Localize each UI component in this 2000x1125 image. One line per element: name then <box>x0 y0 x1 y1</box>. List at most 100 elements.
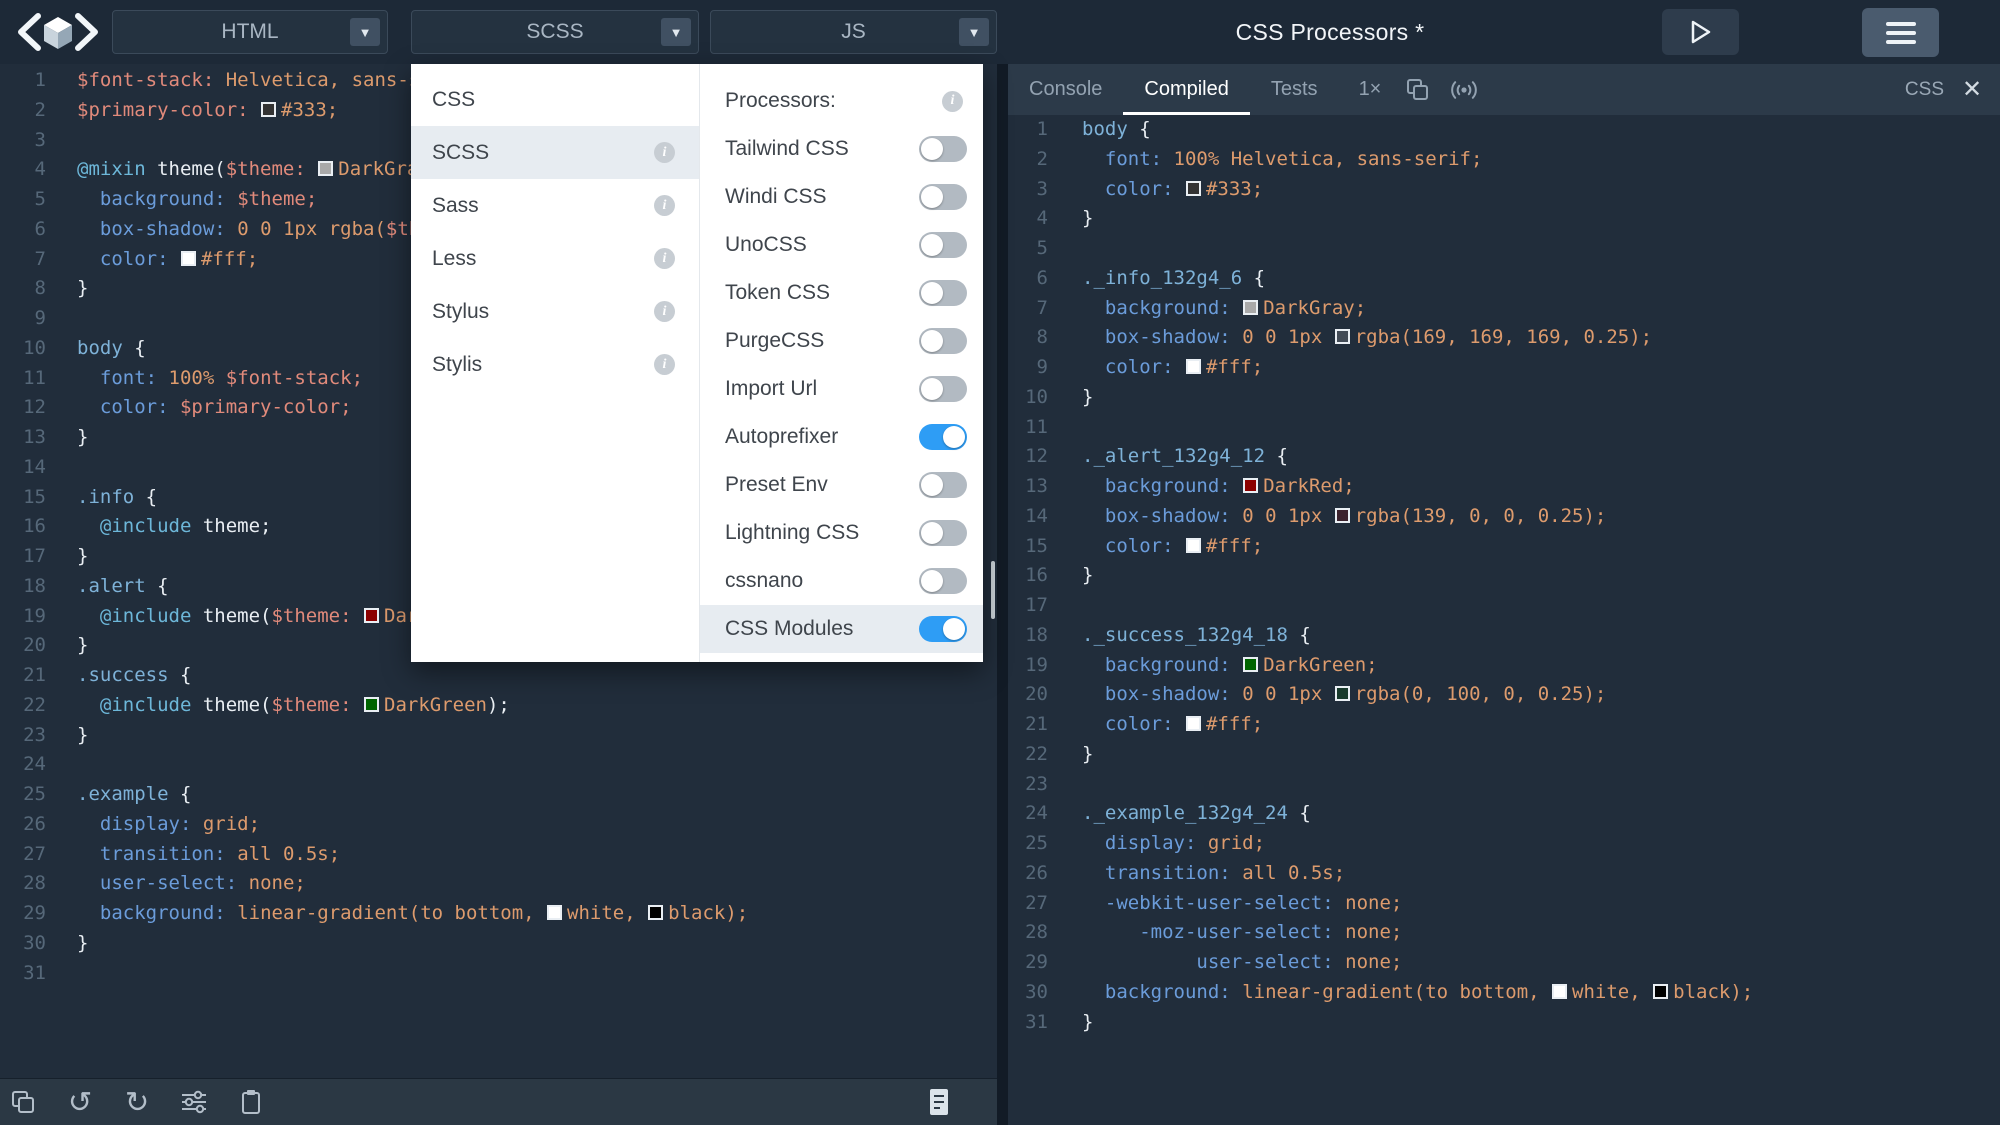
processor-row-token-css[interactable]: Token CSS <box>700 269 983 317</box>
code-line: 31 <box>0 959 997 989</box>
color-swatch <box>547 905 563 920</box>
line-number: 18 <box>23 574 46 597</box>
toggle-cssnano[interactable] <box>919 568 967 594</box>
processor-label: CSS Modules <box>725 617 854 640</box>
processor-label: Token CSS <box>725 281 831 304</box>
close-icon[interactable]: ✕ <box>1944 64 2000 115</box>
color-swatch <box>1185 537 1201 553</box>
info-icon[interactable]: i <box>654 301 675 322</box>
menu-button[interactable] <box>1862 8 1939 57</box>
undo-icon[interactable]: ↺ <box>63 1085 97 1119</box>
language-option-css[interactable]: CSS <box>411 73 699 126</box>
language-option-scss[interactable]: SCSS i <box>411 126 699 179</box>
language-option-less[interactable]: Less i <box>411 232 699 285</box>
line-number: 28 <box>1025 921 1048 944</box>
toggle-knob <box>943 426 965 448</box>
paste-icon[interactable] <box>234 1085 268 1119</box>
code-line: 20 box-shadow: 0 0 1px rgba(0, 100, 0, 0… <box>1008 680 2000 710</box>
line-number: 19 <box>1025 653 1048 676</box>
document-icon[interactable] <box>922 1085 956 1119</box>
line-number: 1 <box>34 69 46 91</box>
processor-row-tailwind-css[interactable]: Tailwind CSS <box>700 125 983 173</box>
code-line: 21 .success { <box>0 661 997 691</box>
play-icon <box>1691 20 1710 44</box>
toggle-import-url[interactable] <box>919 376 967 402</box>
select-label: JS <box>841 20 866 43</box>
line-number: 24 <box>1025 802 1048 825</box>
settings-sliders-icon[interactable] <box>177 1085 211 1119</box>
processor-row-unocss[interactable]: UnoCSS <box>700 221 983 269</box>
line-number: 20 <box>1025 683 1048 706</box>
processor-label: Tailwind CSS <box>725 137 849 160</box>
language-option-label: Sass <box>432 193 479 217</box>
line-number: 10 <box>23 336 46 359</box>
line-number: 21 <box>1025 713 1048 735</box>
toggle-knob <box>921 570 943 592</box>
compiled-code-area[interactable]: 1 body {2 font: 100% Helvetica, sans-seri… <box>1008 115 2000 1037</box>
copy-icon[interactable] <box>6 1085 40 1119</box>
tab-console[interactable]: Console <box>1008 64 1123 115</box>
info-icon[interactable]: i <box>654 354 675 375</box>
js-pane-select[interactable]: JS ▼ <box>710 10 997 54</box>
processor-label: Autoprefixer <box>725 425 839 448</box>
code-line: 26 display: grid; <box>0 810 997 840</box>
copy-output-icon[interactable] <box>1395 64 1441 115</box>
scrollbar-thumb[interactable] <box>991 561 995 619</box>
toggle-autoprefixer[interactable] <box>919 424 967 450</box>
css-pane-select[interactable]: SCSS ▼ <box>411 10 699 54</box>
toggle-token-css[interactable] <box>919 280 967 306</box>
toggle-purgecss[interactable] <box>919 328 967 354</box>
code-line: 21 color: #fff; <box>1008 710 2000 740</box>
chevron-down-icon: ▼ <box>350 18 380 46</box>
processor-row-preset-env[interactable]: Preset Env <box>700 461 983 509</box>
html-pane-select[interactable]: HTML ▼ <box>112 10 388 54</box>
run-button[interactable] <box>1662 9 1739 55</box>
code-line: 10} <box>1008 383 2000 413</box>
language-option-label: CSS <box>432 87 476 111</box>
toggle-unocss[interactable] <box>919 232 967 258</box>
processor-row-import-url[interactable]: Import Url <box>700 365 983 413</box>
processor-row-windi-css[interactable]: Windi CSS <box>700 173 983 221</box>
line-number: 1 <box>1036 118 1048 140</box>
toggle-css-modules[interactable] <box>919 616 967 642</box>
language-option-sass[interactable]: Sass i <box>411 179 699 232</box>
app-logo-icon[interactable] <box>14 8 102 56</box>
processor-row-cssnano[interactable]: cssnano <box>700 557 983 605</box>
line-number: 22 <box>1025 742 1048 765</box>
panel-separator[interactable] <box>997 64 1008 1125</box>
toggle-preset-env[interactable] <box>919 472 967 498</box>
line-number: 25 <box>1025 832 1048 854</box>
code-line: 30 background: linear-gradient(to bottom… <box>1008 978 2000 1008</box>
processor-row-autoprefixer[interactable]: Autoprefixer <box>700 413 983 461</box>
toggle-tailwind-css[interactable] <box>919 136 967 162</box>
select-label: HTML <box>221 20 279 43</box>
redo-icon[interactable]: ↻ <box>120 1085 154 1119</box>
processor-row-purgecss[interactable]: PurgeCSS <box>700 317 983 365</box>
processor-row-lightning-css[interactable]: Lightning CSS <box>700 509 983 557</box>
code-line: 12 ._alert_132g4_12 { <box>1008 442 2000 472</box>
code-line: 29 background: linear-gradient(to bottom… <box>0 899 997 929</box>
code-line: 23} <box>0 721 997 751</box>
language-option-stylis[interactable]: Stylis i <box>411 338 699 391</box>
tab-tests[interactable]: Tests <box>1250 64 1339 115</box>
language-option-stylus[interactable]: Stylus i <box>411 285 699 338</box>
color-swatch <box>261 101 277 117</box>
color-swatch <box>1552 983 1568 999</box>
info-icon[interactable]: i <box>654 142 675 163</box>
language-option-label: Less <box>432 246 477 270</box>
info-icon[interactable]: i <box>654 195 675 216</box>
info-icon[interactable]: i <box>654 248 675 269</box>
code-line: 28 user-select: none; <box>0 869 997 899</box>
broadcast-icon[interactable] <box>1441 64 1487 115</box>
select-label: SCSS <box>526 20 584 43</box>
line-number: 27 <box>1025 891 1048 914</box>
chevron-down-icon: ▼ <box>661 18 691 46</box>
toggle-lightning-css[interactable] <box>919 520 967 546</box>
processor-row-css-modules[interactable]: CSS Modules <box>700 605 983 653</box>
info-icon[interactable]: i <box>942 90 963 112</box>
zoom-level-button[interactable]: 1× <box>1345 64 1396 115</box>
toggle-windi-css[interactable] <box>919 184 967 210</box>
tab-compiled[interactable]: Compiled <box>1123 64 1249 115</box>
line-number: 12 <box>23 396 46 419</box>
code-line: 27 -webkit-user-select: none; <box>1008 889 2000 919</box>
